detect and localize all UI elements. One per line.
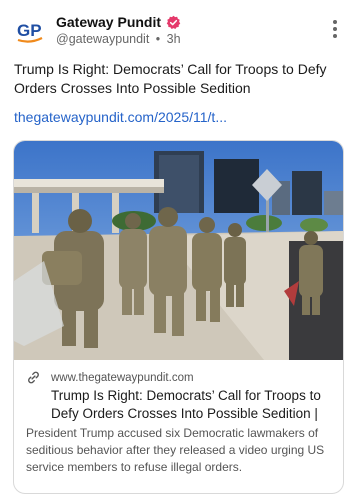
- account-handle[interactable]: @gatewaypundit: [56, 32, 149, 46]
- link-preview-card[interactable]: www.thegatewaypundit.com Trump Is Right:…: [13, 140, 344, 494]
- meta-separator: •: [155, 32, 161, 46]
- account-name[interactable]: Gateway Pundit: [56, 14, 161, 30]
- post-meta: @gatewaypundit • 3h: [56, 32, 181, 46]
- name-row: Gateway Pundit: [56, 14, 181, 30]
- preview-image[interactable]: [14, 141, 343, 360]
- card-domain-row: www.thegatewaypundit.com: [26, 370, 333, 385]
- svg-text:GP: GP: [17, 21, 42, 40]
- gateway-pundit-logo-icon: GP: [17, 21, 43, 43]
- avatar[interactable]: GP: [14, 14, 46, 46]
- post-text: Trump Is Right: Democrats’ Call for Troo…: [14, 61, 327, 96]
- link-chain-icon: [26, 370, 41, 385]
- post-header: GP Gateway Pundit @gatewaypundit • 3h: [14, 12, 343, 48]
- card-body: www.thegatewaypundit.com Trump Is Right:…: [14, 360, 343, 476]
- card-description: President Trump accused six Democratic l…: [26, 426, 325, 474]
- post: GP Gateway Pundit @gatewaypundit • 3h Tr…: [0, 0, 357, 500]
- card-domain: www.thegatewaypundit.com: [51, 371, 194, 384]
- post-link[interactable]: thegatewaypundit.com/2025/11/t...: [14, 109, 227, 125]
- card-title[interactable]: Trump Is Right: Democrats’ Call for Troo…: [51, 387, 333, 423]
- more-vertical-icon[interactable]: [331, 20, 339, 38]
- post-time[interactable]: 3h: [167, 32, 181, 46]
- verified-badge-icon: [166, 15, 181, 30]
